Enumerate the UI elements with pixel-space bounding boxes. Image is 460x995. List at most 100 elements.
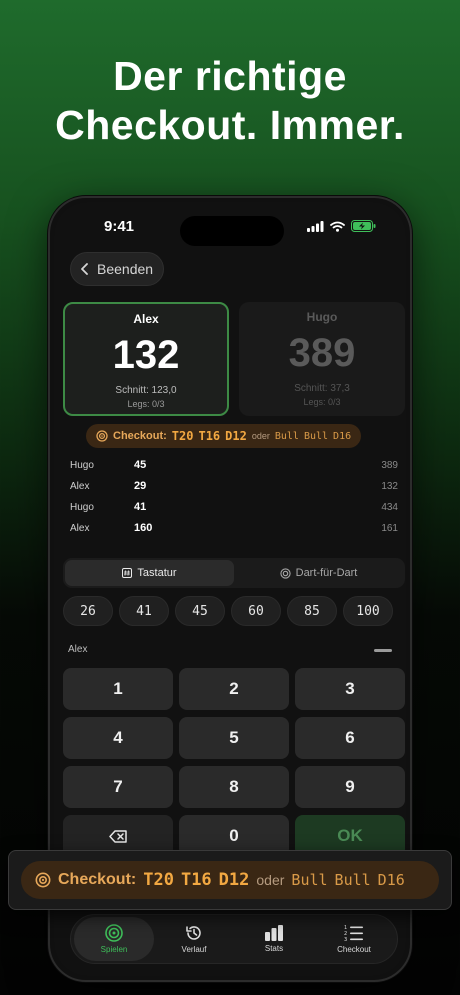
checkout-alt-dart: Bull — [274, 430, 299, 442]
quick-score-button[interactable]: 60 — [231, 596, 281, 626]
checkout-dart: D12 — [225, 429, 247, 443]
player-card-inactive[interactable]: Hugo 389 Schnitt: 37,3 Legs: 0/3 — [239, 302, 405, 416]
player-score: 389 — [288, 331, 356, 375]
bar-chart-icon — [265, 925, 283, 941]
key-4[interactable]: 4 — [63, 717, 173, 759]
history-player: Alex — [70, 481, 90, 492]
target-icon — [105, 924, 123, 942]
headline-line-1: Der richtige — [113, 53, 347, 99]
numbered-list-icon: 123 — [344, 925, 363, 942]
status-bar: 9:41 — [54, 216, 406, 246]
quick-score-button[interactable]: 45 — [175, 596, 225, 626]
history-player: Hugo — [70, 460, 94, 471]
checkout-label: Checkout: — [58, 871, 137, 888]
player-legs: Legs: 0/3 — [303, 397, 341, 407]
back-button-label: Beenden — [97, 261, 154, 277]
history-row: Alex 160 161 — [70, 519, 398, 540]
history-row: Alex 29 132 — [70, 477, 398, 498]
tab-spielen[interactable]: Spielen — [74, 917, 154, 961]
history-remaining: 132 — [381, 481, 398, 492]
key-3[interactable]: 3 — [295, 668, 405, 710]
checkout-dart: T16 — [198, 429, 221, 443]
key-9[interactable]: 9 — [295, 766, 405, 808]
history-scored: 160 — [134, 522, 153, 534]
throw-history: Hugo 45 389 Alex 29 132 Hugo 41 434 Alex… — [70, 456, 398, 540]
keyboard-icon — [122, 568, 133, 578]
checkout-alt-dart: D16 — [333, 430, 352, 442]
tab-bar: Spielen Verlauf Stats 123 Checkout — [70, 914, 398, 964]
history-player: Alex — [70, 523, 90, 534]
checkout-dart: D12 — [218, 870, 250, 890]
history-scored: 29 — [134, 480, 147, 492]
headline-line-2: Checkout. Immer. — [55, 102, 405, 148]
key-5[interactable]: 5 — [179, 717, 289, 759]
history-scored: 41 — [134, 501, 147, 513]
player-name: Hugo — [306, 310, 338, 324]
tab-keyboard-label: Tastatur — [137, 567, 177, 579]
quick-score-button[interactable]: 100 — [343, 596, 393, 626]
key-1[interactable]: 1 — [63, 668, 173, 710]
quick-score-button[interactable]: 26 — [63, 596, 113, 626]
history-row: Hugo 41 434 — [70, 498, 398, 519]
history-remaining: 434 — [381, 502, 398, 513]
checkout-dart: T20 — [171, 429, 194, 443]
history-row: Hugo 45 389 — [70, 456, 398, 477]
signal-icon — [307, 220, 324, 232]
player-name: Alex — [133, 312, 159, 326]
checkout-dart: T20 — [143, 870, 174, 890]
status-icons — [307, 220, 376, 232]
quick-score-button[interactable]: 85 — [287, 596, 337, 626]
wifi-icon — [330, 221, 345, 232]
quick-score-button[interactable]: 41 — [119, 596, 169, 626]
tab-label: Checkout — [337, 945, 371, 954]
tab-checkout[interactable]: 123 Checkout — [314, 917, 394, 961]
key-6[interactable]: 6 — [295, 717, 405, 759]
player-average: Schnitt: 123,0 — [115, 385, 177, 396]
svg-text:3: 3 — [344, 937, 347, 942]
tab-dart-by-dart-label: Dart-für-Dart — [295, 567, 358, 579]
delete-backspace-icon — [109, 829, 127, 843]
target-icon — [35, 872, 51, 888]
checkout-alt-dart: Bull — [291, 871, 328, 889]
key-2[interactable]: 2 — [179, 668, 289, 710]
target-icon — [279, 567, 291, 579]
back-button[interactable]: Beenden — [70, 252, 165, 286]
input-player-label: Alex — [68, 644, 88, 655]
tab-dart-by-dart[interactable]: Dart-für-Dart — [234, 560, 403, 586]
battery-charging-icon — [351, 220, 376, 232]
history-scored: 45 — [134, 459, 147, 471]
keypad: 1 2 3 4 5 6 7 8 9 0 OK — [63, 668, 405, 857]
checkout-alt-dart: Bull — [303, 430, 329, 442]
checkout-callout-pill: Checkout: T20 T16 D12 oder Bull Bull D16 — [21, 861, 439, 899]
tab-stats[interactable]: Stats — [234, 917, 314, 961]
tab-keyboard[interactable]: Tastatur — [65, 560, 234, 586]
checkout-alt-dart: D16 — [377, 871, 405, 889]
target-icon — [96, 430, 108, 442]
key-7[interactable]: 7 — [63, 766, 173, 808]
input-mode-toggle: Tastatur Dart-für-Dart — [63, 558, 405, 588]
tab-verlauf[interactable]: Verlauf — [154, 917, 234, 961]
checkout-or: oder — [256, 872, 285, 888]
history-remaining: 161 — [381, 523, 398, 534]
tab-label: Spielen — [100, 945, 128, 954]
checkout-label: Checkout: — [113, 430, 167, 442]
history-remaining: 389 — [381, 460, 398, 471]
tab-label: Stats — [264, 944, 284, 953]
input-placeholder-dash — [374, 649, 392, 652]
history-player: Hugo — [70, 502, 94, 513]
player-legs: Legs: 0/3 — [127, 399, 165, 409]
headline: Der richtige Checkout. Immer. — [0, 52, 460, 150]
checkout-callout: Checkout: T20 T16 D12 oder Bull Bull D16 — [8, 850, 452, 910]
key-8[interactable]: 8 — [179, 766, 289, 808]
status-time: 9:41 — [104, 218, 135, 235]
chevron-left-icon — [81, 263, 88, 275]
player-score: 132 — [112, 333, 180, 377]
quick-score-row: 26 41 45 60 85 100 — [63, 596, 393, 626]
history-icon — [186, 926, 201, 940]
checkout-suggestion: Checkout: T20 T16 D12 oder Bull Bull D16 — [86, 424, 362, 448]
player-average: Schnitt: 37,3 — [294, 383, 350, 394]
dynamic-island — [180, 216, 284, 246]
tab-label: Verlauf — [181, 945, 207, 954]
player-card-active[interactable]: Alex 132 Schnitt: 123,0 Legs: 0/3 — [63, 302, 229, 416]
checkout-dart: T16 — [180, 870, 212, 890]
